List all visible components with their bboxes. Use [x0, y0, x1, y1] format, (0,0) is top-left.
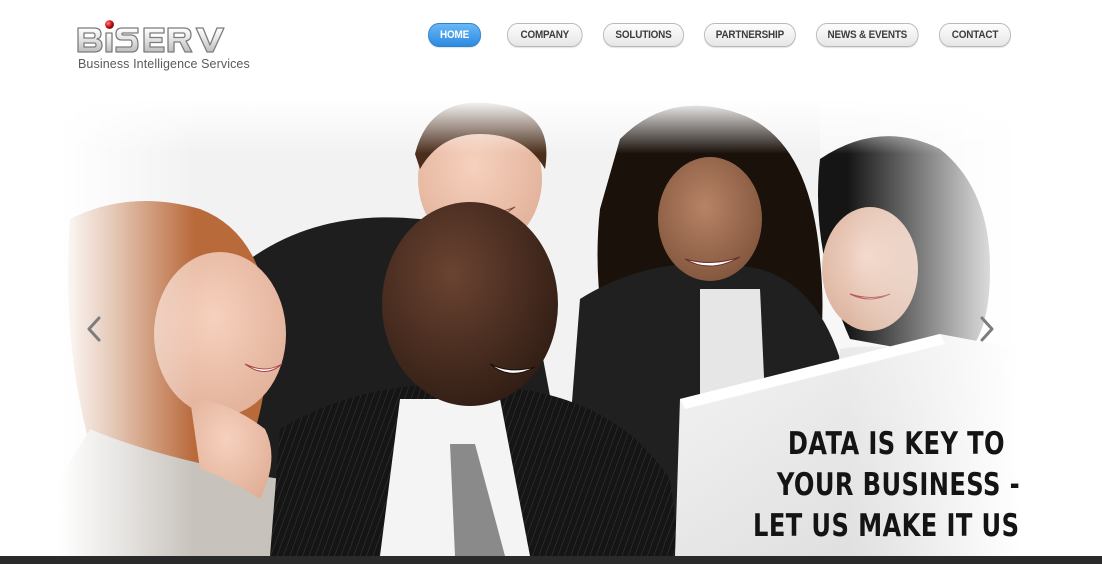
nav-solutions[interactable]: Solutions: [603, 23, 684, 47]
slider-next-button[interactable]: [975, 314, 999, 344]
chevron-left-icon: [87, 316, 101, 342]
hero-caption-line-1: Data is key to: [787, 426, 1005, 462]
nav-partnership[interactable]: Partnership: [704, 23, 796, 47]
hero-caption: Data is key to your business - let us ma…: [680, 424, 1020, 547]
footer-band: [0, 556, 1102, 564]
page: Business Intelligence Services Home Comp…: [0, 0, 1102, 564]
slider-prev-button[interactable]: [82, 314, 106, 344]
nav-news-events[interactable]: News & Events: [816, 23, 919, 47]
biserv-logo-mark: [77, 20, 225, 53]
hero-caption-line-2: your business -: [776, 467, 1020, 503]
nav-home[interactable]: Home: [428, 23, 482, 47]
nav-company[interactable]: Company: [507, 23, 583, 47]
chevron-right-icon: [980, 316, 994, 342]
hero-slider: Data is key to your business - let us ma…: [60, 99, 1020, 556]
logo-tagline: Business Intelligence Services: [78, 57, 250, 71]
nav-contact[interactable]: Contact: [939, 23, 1011, 47]
logo[interactable]: Business Intelligence Services: [76, 18, 276, 78]
hero-caption-line-3: let us make it useful!: [753, 508, 1020, 544]
